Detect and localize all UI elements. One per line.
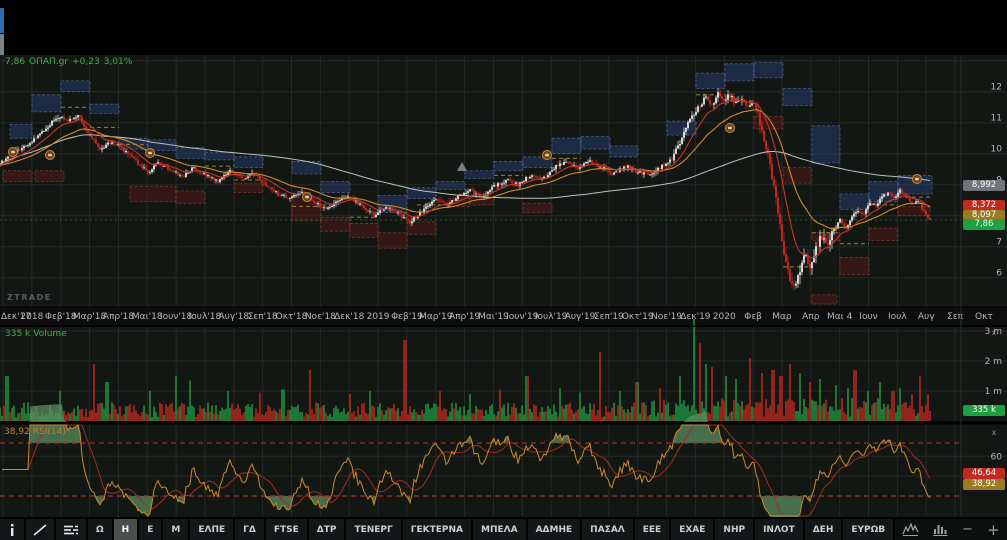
svg-text:Ιουλ'18: Ιουλ'18 [189,312,222,322]
volume-axis-badge: 335 k [963,405,1005,416]
volume-indicator-name: Volume [33,329,66,339]
svg-text:Μαι'18: Μαι'18 [132,312,163,322]
rsi-indicator-name: RSI(14) [33,427,66,437]
svg-text:Οκτ'18: Οκτ'18 [276,312,308,322]
toolbar-button-symbol-16[interactable]: ΙΝΛΟΤ [755,519,805,540]
svg-text:2018: 2018 [20,312,43,322]
svg-text:2019: 2019 [367,312,390,322]
svg-text:Αυγ: Αυγ [918,312,935,322]
svg-text:Απρ'19: Απρ'19 [449,312,480,322]
svg-text:6: 6 [996,269,1002,279]
rsi-pane-label: 38,92RSI(14) [4,427,69,437]
price-chart-canvas[interactable]: Δεκ'172018Φεβ'18Μαρ'18Απρ'18Μαι'18Ιουν'1… [0,0,1007,519]
svg-text:Μαρ'19: Μαρ'19 [419,312,453,322]
svg-text:60: 60 [991,452,1003,462]
ticker-last-price: 7,86 [5,57,25,67]
bar-chart-style-button[interactable] [926,519,955,540]
svg-text:11: 11 [991,114,1002,124]
toolbar-button-symbol-15[interactable]: ΝΗΡ [715,519,755,540]
bar-chart-icon [933,523,948,536]
draw-tool-button[interactable] [26,519,56,540]
svg-text:Ιουλ: Ιουλ [888,312,907,322]
svg-text:Νοε'19: Νοε'19 [651,312,682,322]
svg-text:Οκτ: Οκτ [975,312,993,322]
toolbar-button-symbol-6[interactable]: FTSE [266,519,309,540]
ma-slow-price-badge: 8,992 [963,180,1005,191]
svg-text:Ιουν'19: Ιουν'19 [506,312,539,322]
last-price-badge: 7,86 [963,219,1005,230]
volume-current-value: 335 k [5,329,30,339]
info-icon [7,524,17,536]
toolbar-button-symbol-13[interactable]: ΕΕΕ [635,519,671,540]
toolbar-button-timeframe-2[interactable]: Ε [139,519,163,540]
ticker-change-pct: 3,01% [104,57,133,67]
trading-chart-app: Δεκ'172018Φεβ'18Μαρ'18Απρ'18Μαι'18Ιουν'1… [0,0,1007,540]
ticker-symbol: ΟΠΑΠ.gr [29,57,68,67]
rsi-ma-badge: 46,64 [963,468,1005,479]
zoom-out-button[interactable]: − [955,519,980,540]
svg-text:Νοε'18: Νοε'18 [305,312,336,322]
ticker-change: +0,23 [72,57,100,67]
volume-pane-close-button[interactable]: x [988,327,1000,337]
toolbar-button-symbol-9[interactable]: ΓΕΚΤΕΡΝΑ [403,519,473,540]
chart-zoom-controls: − + [895,519,1007,540]
toolbar-button-symbol-5[interactable]: ΓΔ [235,519,266,540]
svg-text:Αυγ'19: Αυγ'19 [565,312,596,322]
line-chart-icon [902,523,919,536]
platform-watermark: ZTRADE [7,293,52,303]
toolbar-button-timeframe-1[interactable]: Η [114,519,140,540]
toolbar-button-symbol-17[interactable]: ΔΕΗ [805,519,844,540]
toolbar-button-group: ΩΗΕΜΕΛΠΕΓΔFTSEΔΤΡΤΕΝΕΡΓΓΕΚΤΕΡΝΑΜΠΕΛΑΑΔΜΗ… [0,519,895,540]
svg-text:1 m: 1 m [985,387,1002,397]
indicator-list-icon [63,524,79,536]
svg-text:Φεβ: Φεβ [744,312,762,322]
svg-text:Δεκ'19: Δεκ'19 [680,312,711,322]
svg-text:Αυγ'18: Αυγ'18 [218,312,249,322]
toolbar-button-symbol-18[interactable]: ΕΥΡΩΒ [843,519,895,540]
svg-text:Μαι 4: Μαι 4 [827,312,853,322]
svg-text:Δεκ'18: Δεκ'18 [334,312,365,322]
svg-text:Σεπ'18: Σεπ'18 [248,312,278,322]
bottom-toolbar: ΩΗΕΜΕΛΠΕΓΔFTSEΔΤΡΤΕΝΕΡΓΓΕΚΤΕΡΝΑΜΠΕΛΑΑΔΜΗ… [0,519,1007,540]
svg-text:Σεπ'19: Σεπ'19 [594,312,624,322]
rsi-current-value: 38,92 [4,427,30,437]
zoom-in-button[interactable]: + [980,519,1007,540]
svg-text:2020: 2020 [713,312,736,322]
indicator-list-button[interactable] [56,519,88,540]
toolbar-button-timeframe-0[interactable]: Ω [88,519,114,540]
toolbar-button-symbol-10[interactable]: ΜΠΕΛΑ [473,519,528,540]
toolbar-button-symbol-12[interactable]: ΠΑΣΑΛ [582,519,635,540]
ticker-info: 7,86 ΟΠΑΠ.gr +0,23 3,01% [5,57,136,67]
rsi-pane-close-button[interactable]: x [988,427,1000,437]
svg-text:Μαι'19: Μαι'19 [478,312,509,322]
toolbar-button-symbol-7[interactable]: ΔΤΡ [309,519,347,540]
volume-pane-label: 335 kVolume [5,329,70,339]
toolbar-button-symbol-8[interactable]: ΤΕΝΕΡΓ [346,519,402,540]
svg-text:2 m: 2 m [985,357,1002,367]
svg-text:Οκτ'19: Οκτ'19 [622,312,654,322]
svg-text:Μαρ: Μαρ [772,312,792,322]
toolbar-button-timeframe-3[interactable]: Μ [163,519,190,540]
rsi-value-badge: 38,92 [963,479,1005,490]
toolbar-button-symbol-14[interactable]: ΕΧΑΕ [671,519,715,540]
svg-text:Ιουλ'19: Ιουλ'19 [535,312,568,322]
toolbar-button-symbol-11[interactable]: ΑΔΜΗΕ [528,519,583,540]
svg-text:Απρ: Απρ [802,312,820,322]
svg-text:Απρ'18: Απρ'18 [103,312,134,322]
svg-text:Μαρ'18: Μαρ'18 [73,312,107,322]
trendline-tool-icon [33,524,47,536]
svg-text:10: 10 [991,145,1003,155]
svg-text:7: 7 [996,238,1002,248]
info-button[interactable] [0,519,26,540]
line-chart-style-button[interactable] [895,519,926,540]
svg-text:Ιουν: Ιουν [859,312,877,322]
svg-text:12: 12 [991,83,1002,93]
toolbar-button-symbol-4[interactable]: ΕΛΠΕ [190,519,235,540]
